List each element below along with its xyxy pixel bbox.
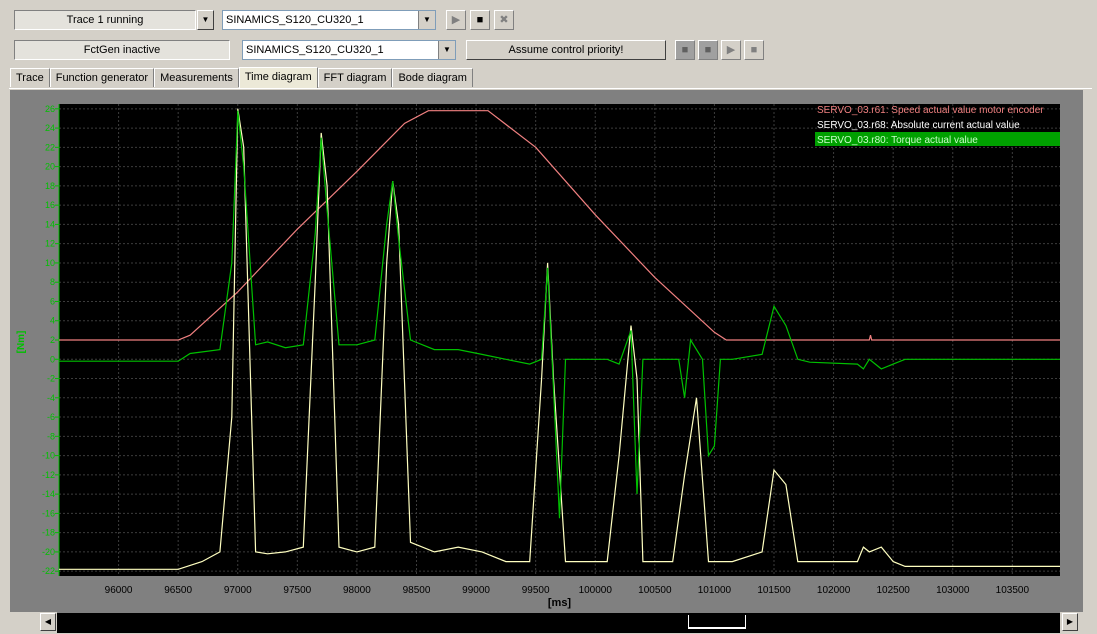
y-tick-label: -2 [47,374,55,384]
chevron-right-icon: ▶ [1066,617,1074,626]
y-tick-label: 16 [45,200,55,210]
x-tick-label: 96500 [164,585,192,596]
y-tick-label: 24 [45,123,55,133]
x-tick-label: 97000 [224,585,252,596]
time-diagram-chart[interactable]: 96000 96500 97000 97500 98000 98500 99000 99500… [0,0,1097,634]
scroll-right-button[interactable]: ▶ [1062,613,1078,631]
y-tick-label: 12 [45,239,55,249]
scroll-left-button[interactable]: ◀ [40,613,56,631]
y-tick-label: -20 [42,547,55,557]
y-axis-label: [Nm] [16,331,27,354]
x-tick-label: 101500 [757,585,791,596]
x-tick-label: 99500 [522,585,550,596]
y-tick-label: 22 [45,142,55,152]
x-tick-label: 98000 [343,585,371,596]
legend-speed[interactable]: SERVO_03.r61: Speed actual value motor e… [817,105,1044,116]
y-tick-label: -12 [42,470,55,480]
y-tick-label: -22 [42,566,55,576]
x-tick-label: 102500 [876,585,910,596]
scrollbar-thumb[interactable] [688,615,746,629]
y-tick-label: -18 [42,528,55,538]
vertical-scrollbar[interactable] [1083,90,1097,610]
y-tick-label: 20 [45,162,55,172]
y-tick-label: 6 [50,296,55,306]
x-tick-label: 99000 [462,585,490,596]
legend-current[interactable]: SERVO_03.r68: Absolute current actual va… [817,120,1020,131]
x-tick-label: 103500 [996,585,1030,596]
legend-torque[interactable]: SERVO_03.r80: Torque actual value [817,135,978,146]
y-tick-label: -4 [47,393,55,403]
x-tick-label: 102000 [817,585,851,596]
y-tick-label: 8 [50,277,55,287]
x-tick-label: 96000 [105,585,133,596]
x-tick-label: 103000 [936,585,970,596]
y-tick-label: 2 [50,335,55,345]
y-tick-label: 26 [45,104,55,114]
y-tick-label: 10 [45,258,55,268]
x-tick-label: 100000 [579,585,613,596]
x-tick-label: 98500 [403,585,431,596]
y-tick-label: 14 [45,219,55,229]
y-tick-label: -16 [42,508,55,518]
y-tick-label: -10 [42,451,55,461]
y-tick-label: 4 [50,316,55,326]
x-axis-label: [ms] [548,597,572,609]
chevron-left-icon: ◀ [44,617,52,626]
y-tick-label: -14 [42,489,55,499]
y-tick-label: -8 [47,431,55,441]
x-tick-label: 97500 [283,585,311,596]
horizontal-scrollbar[interactable] [57,612,1060,633]
y-tick-label: 18 [45,181,55,191]
y-tick-label: 0 [50,354,55,364]
x-tick-label: 100500 [638,585,672,596]
y-tick-label: -6 [47,412,55,422]
x-tick-label: 101000 [698,585,732,596]
